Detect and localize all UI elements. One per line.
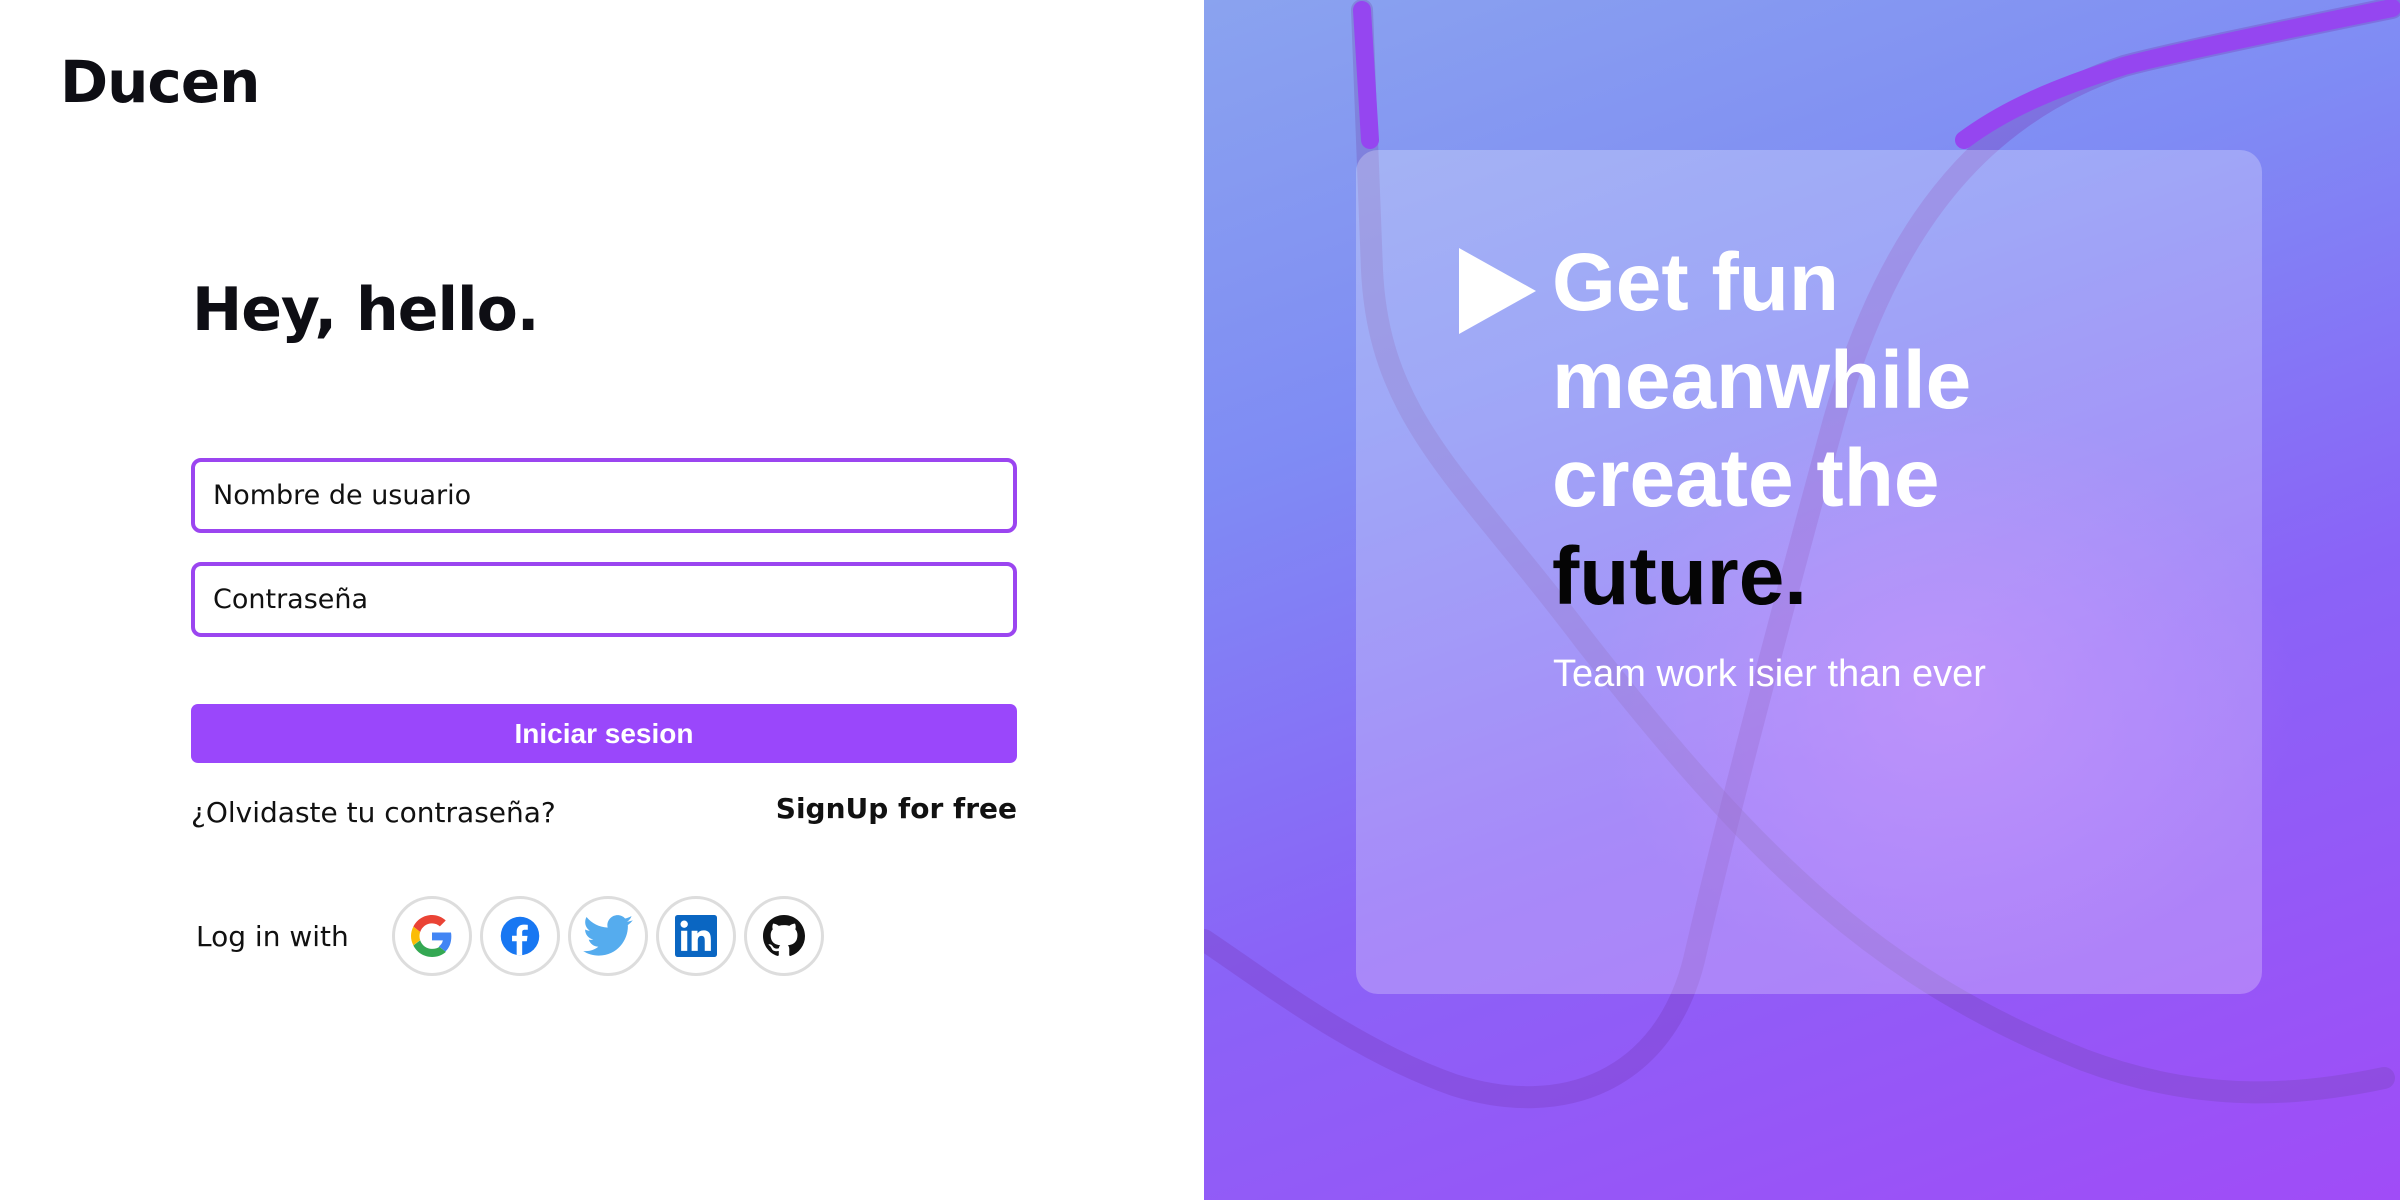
signup-link[interactable]: SignUp for free bbox=[776, 792, 1017, 825]
promo-headline-line1: Get fun bbox=[1552, 237, 1839, 328]
login-button[interactable]: Iniciar sesion bbox=[191, 704, 1017, 763]
password-input[interactable] bbox=[191, 562, 1017, 637]
facebook-login-button[interactable] bbox=[480, 896, 560, 976]
twitter-login-button[interactable] bbox=[568, 896, 648, 976]
play-icon[interactable] bbox=[1459, 248, 1536, 334]
promo-tagline: Team work isier than ever bbox=[1553, 653, 1986, 695]
google-login-button[interactable] bbox=[392, 896, 472, 976]
promo-headline-line3: create the bbox=[1552, 433, 1940, 524]
social-login-label: Log in with bbox=[196, 920, 349, 953]
promo-panel: Get fun meanwhile create the future. Tea… bbox=[1204, 0, 2400, 1200]
google-icon bbox=[411, 915, 452, 957]
github-login-button[interactable] bbox=[744, 896, 824, 976]
promo-headline: Get fun meanwhile create the future. bbox=[1552, 234, 1971, 626]
facebook-icon bbox=[500, 916, 540, 956]
social-login-buttons bbox=[392, 896, 824, 976]
github-icon bbox=[763, 915, 805, 956]
username-input[interactable] bbox=[191, 458, 1017, 533]
login-panel: Ducen Hey, hello. Iniciar sesion ¿Olvida… bbox=[0, 0, 1204, 1200]
brand-logo[interactable]: Ducen bbox=[60, 48, 260, 116]
forgot-password-link[interactable]: ¿Olvidaste tu contraseña? bbox=[191, 796, 556, 829]
login-page: Ducen Hey, hello. Iniciar sesion ¿Olvida… bbox=[0, 0, 2400, 1200]
twitter-icon bbox=[583, 915, 633, 956]
linkedin-icon bbox=[675, 915, 717, 957]
page-title: Hey, hello. bbox=[192, 275, 540, 345]
promo-headline-line2: meanwhile bbox=[1552, 335, 1972, 426]
linkedin-login-button[interactable] bbox=[656, 896, 736, 976]
promo-headline-line4: future. bbox=[1552, 531, 1808, 622]
